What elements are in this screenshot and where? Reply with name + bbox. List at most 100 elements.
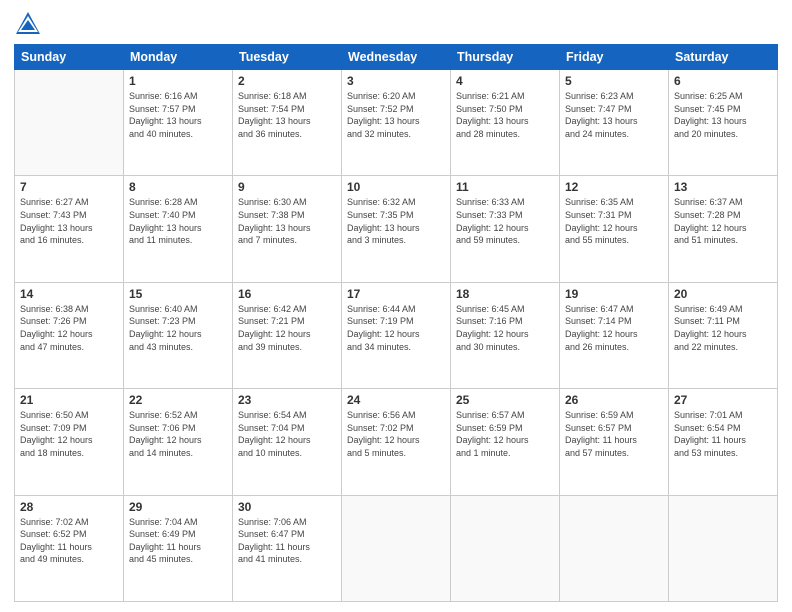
cell-text: Sunrise: 7:01 AM Sunset: 6:54 PM Dayligh… <box>674 409 772 459</box>
weekday-header-saturday: Saturday <box>669 45 778 70</box>
day-number: 6 <box>674 74 772 88</box>
cell-text: Sunrise: 6:42 AM Sunset: 7:21 PM Dayligh… <box>238 303 336 353</box>
calendar-cell <box>560 495 669 601</box>
calendar-cell <box>669 495 778 601</box>
day-number: 20 <box>674 287 772 301</box>
calendar-cell: 29 Sunrise: 7:04 AM Sunset: 6:49 PM Dayli… <box>124 495 233 601</box>
day-number: 14 <box>20 287 118 301</box>
day-number: 10 <box>347 180 445 194</box>
cell-text: Sunrise: 6:59 AM Sunset: 6:57 PM Dayligh… <box>565 409 663 459</box>
weekday-header-sunday: Sunday <box>15 45 124 70</box>
day-number: 22 <box>129 393 227 407</box>
calendar-cell: 21 Sunrise: 6:50 AM Sunset: 7:09 PM Dayli… <box>15 389 124 495</box>
weekday-header-row: SundayMondayTuesdayWednesdayThursdayFrid… <box>15 45 778 70</box>
cell-text: Sunrise: 6:37 AM Sunset: 7:28 PM Dayligh… <box>674 196 772 246</box>
cell-text: Sunrise: 6:30 AM Sunset: 7:38 PM Dayligh… <box>238 196 336 246</box>
weekday-header-wednesday: Wednesday <box>342 45 451 70</box>
day-number: 5 <box>565 74 663 88</box>
cell-text: Sunrise: 7:02 AM Sunset: 6:52 PM Dayligh… <box>20 516 118 566</box>
cell-text: Sunrise: 6:57 AM Sunset: 6:59 PM Dayligh… <box>456 409 554 459</box>
cell-text: Sunrise: 7:06 AM Sunset: 6:47 PM Dayligh… <box>238 516 336 566</box>
calendar-cell: 25 Sunrise: 6:57 AM Sunset: 6:59 PM Dayli… <box>451 389 560 495</box>
calendar-cell: 4Sunrise: 6:21 AM Sunset: 7:50 PM Daylig… <box>451 70 560 176</box>
day-number: 15 <box>129 287 227 301</box>
day-number: 11 <box>456 180 554 194</box>
logo <box>14 10 46 38</box>
cell-text: Sunrise: 6:18 AM Sunset: 7:54 PM Dayligh… <box>238 90 336 140</box>
weekday-header-thursday: Thursday <box>451 45 560 70</box>
calendar-cell: 9Sunrise: 6:30 AM Sunset: 7:38 PM Daylig… <box>233 176 342 282</box>
calendar-cell: 7 Sunrise: 6:27 AM Sunset: 7:43 PM Daylig… <box>15 176 124 282</box>
day-number: 29 <box>129 500 227 514</box>
week-row-5: 28 Sunrise: 7:02 AM Sunset: 6:52 PM Dayli… <box>15 495 778 601</box>
day-number: 28 <box>20 500 118 514</box>
calendar-cell <box>15 70 124 176</box>
calendar-cell: 2 Sunrise: 6:18 AM Sunset: 7:54 PM Daylig… <box>233 70 342 176</box>
calendar-cell: 22 Sunrise: 6:52 AM Sunset: 7:06 PM Dayli… <box>124 389 233 495</box>
week-row-1: 1 Sunrise: 6:16 AM Sunset: 7:57 PM Daylig… <box>15 70 778 176</box>
day-number: 25 <box>456 393 554 407</box>
calendar-cell: 17Sunrise: 6:44 AM Sunset: 7:19 PM Dayli… <box>342 282 451 388</box>
week-row-3: 14 Sunrise: 6:38 AM Sunset: 7:26 PM Dayli… <box>15 282 778 388</box>
calendar-cell: 14 Sunrise: 6:38 AM Sunset: 7:26 PM Dayli… <box>15 282 124 388</box>
day-number: 26 <box>565 393 663 407</box>
day-number: 30 <box>238 500 336 514</box>
calendar-cell: 23 Sunrise: 6:54 AM Sunset: 7:04 PM Dayli… <box>233 389 342 495</box>
cell-text: Sunrise: 6:25 AM Sunset: 7:45 PM Dayligh… <box>674 90 772 140</box>
calendar-cell: 27 Sunrise: 7:01 AM Sunset: 6:54 PM Dayli… <box>669 389 778 495</box>
calendar-page: SundayMondayTuesdayWednesdayThursdayFrid… <box>0 0 792 612</box>
day-number: 17 <box>347 287 445 301</box>
weekday-header-monday: Monday <box>124 45 233 70</box>
calendar-cell: 15 Sunrise: 6:40 AM Sunset: 7:23 PM Dayli… <box>124 282 233 388</box>
day-number: 24 <box>347 393 445 407</box>
calendar-cell: 5 Sunrise: 6:23 AM Sunset: 7:47 PM Daylig… <box>560 70 669 176</box>
calendar-table: SundayMondayTuesdayWednesdayThursdayFrid… <box>14 44 778 602</box>
cell-text: Sunrise: 6:28 AM Sunset: 7:40 PM Dayligh… <box>129 196 227 246</box>
cell-text: Sunrise: 7:04 AM Sunset: 6:49 PM Dayligh… <box>129 516 227 566</box>
day-number: 23 <box>238 393 336 407</box>
calendar-cell: 26 Sunrise: 6:59 AM Sunset: 6:57 PM Dayli… <box>560 389 669 495</box>
cell-text: Sunrise: 6:38 AM Sunset: 7:26 PM Dayligh… <box>20 303 118 353</box>
cell-text: Sunrise: 6:45 AM Sunset: 7:16 PM Dayligh… <box>456 303 554 353</box>
calendar-cell: 24 Sunrise: 6:56 AM Sunset: 7:02 PM Dayli… <box>342 389 451 495</box>
calendar-cell: 30 Sunrise: 7:06 AM Sunset: 6:47 PM Dayli… <box>233 495 342 601</box>
cell-text: Sunrise: 6:47 AM Sunset: 7:14 PM Dayligh… <box>565 303 663 353</box>
day-number: 2 <box>238 74 336 88</box>
calendar-cell: 1 Sunrise: 6:16 AM Sunset: 7:57 PM Daylig… <box>124 70 233 176</box>
day-number: 7 <box>20 180 118 194</box>
cell-text: Sunrise: 6:20 AM Sunset: 7:52 PM Dayligh… <box>347 90 445 140</box>
cell-text: Sunrise: 6:23 AM Sunset: 7:47 PM Dayligh… <box>565 90 663 140</box>
calendar-cell: 6 Sunrise: 6:25 AM Sunset: 7:45 PM Daylig… <box>669 70 778 176</box>
day-number: 12 <box>565 180 663 194</box>
day-number: 1 <box>129 74 227 88</box>
cell-text: Sunrise: 6:54 AM Sunset: 7:04 PM Dayligh… <box>238 409 336 459</box>
calendar-cell: 13Sunrise: 6:37 AM Sunset: 7:28 PM Dayli… <box>669 176 778 282</box>
calendar-cell: 3 Sunrise: 6:20 AM Sunset: 7:52 PM Daylig… <box>342 70 451 176</box>
cell-text: Sunrise: 6:50 AM Sunset: 7:09 PM Dayligh… <box>20 409 118 459</box>
cell-text: Sunrise: 6:16 AM Sunset: 7:57 PM Dayligh… <box>129 90 227 140</box>
calendar-cell: 8Sunrise: 6:28 AM Sunset: 7:40 PM Daylig… <box>124 176 233 282</box>
calendar-cell: 12 Sunrise: 6:35 AM Sunset: 7:31 PM Dayli… <box>560 176 669 282</box>
day-number: 19 <box>565 287 663 301</box>
calendar-cell: 18 Sunrise: 6:45 AM Sunset: 7:16 PM Dayli… <box>451 282 560 388</box>
day-number: 21 <box>20 393 118 407</box>
cell-text: Sunrise: 6:27 AM Sunset: 7:43 PM Dayligh… <box>20 196 118 246</box>
calendar-cell: 11Sunrise: 6:33 AM Sunset: 7:33 PM Dayli… <box>451 176 560 282</box>
cell-text: Sunrise: 6:35 AM Sunset: 7:31 PM Dayligh… <box>565 196 663 246</box>
cell-text: Sunrise: 6:56 AM Sunset: 7:02 PM Dayligh… <box>347 409 445 459</box>
calendar-cell: 20 Sunrise: 6:49 AM Sunset: 7:11 PM Dayli… <box>669 282 778 388</box>
calendar-cell: 16Sunrise: 6:42 AM Sunset: 7:21 PM Dayli… <box>233 282 342 388</box>
week-row-2: 7 Sunrise: 6:27 AM Sunset: 7:43 PM Daylig… <box>15 176 778 282</box>
calendar-cell: 28 Sunrise: 7:02 AM Sunset: 6:52 PM Dayli… <box>15 495 124 601</box>
header <box>14 10 778 38</box>
day-number: 18 <box>456 287 554 301</box>
calendar-cell: 10Sunrise: 6:32 AM Sunset: 7:35 PM Dayli… <box>342 176 451 282</box>
cell-text: Sunrise: 6:40 AM Sunset: 7:23 PM Dayligh… <box>129 303 227 353</box>
day-number: 27 <box>674 393 772 407</box>
cell-text: Sunrise: 6:52 AM Sunset: 7:06 PM Dayligh… <box>129 409 227 459</box>
cell-text: Sunrise: 6:49 AM Sunset: 7:11 PM Dayligh… <box>674 303 772 353</box>
logo-icon <box>14 10 42 38</box>
calendar-cell <box>451 495 560 601</box>
day-number: 3 <box>347 74 445 88</box>
weekday-header-friday: Friday <box>560 45 669 70</box>
